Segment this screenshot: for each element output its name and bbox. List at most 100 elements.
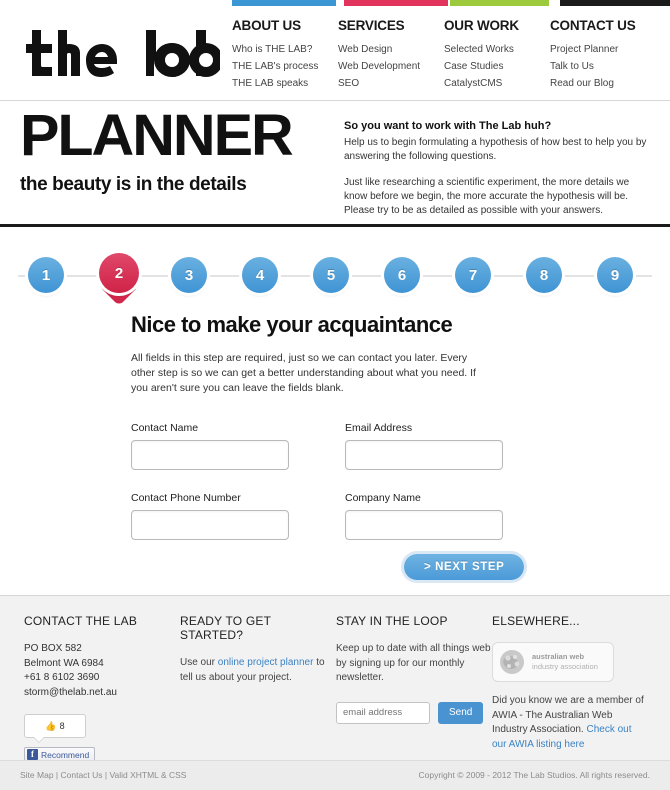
step-3-label: 3 (171, 257, 207, 293)
nav-heading-services[interactable]: SERVICES (338, 18, 444, 33)
field-company-name: Company Name (345, 492, 503, 540)
contact-name-input[interactable] (131, 440, 289, 470)
step-1-label: 1 (28, 257, 64, 293)
step-4[interactable]: 4 (242, 257, 278, 293)
planner-form-section: Nice to make your acquaintance All field… (0, 312, 670, 580)
nav-item: Selected Works (444, 43, 550, 56)
hero-section: PLANNER the beauty is in the details So … (0, 107, 670, 218)
footer-heading-get-started: READY TO GET STARTED? (180, 614, 271, 642)
footer-columns: CONTACT THE LAB PO BOX 582 Belmont WA 69… (24, 614, 648, 762)
awia-badge-line-1: australian web (532, 652, 585, 661)
newsletter-send-button[interactable]: Send (438, 701, 484, 724)
nav-list-about-us: Who is THE LAB? THE LAB's process THE LA… (232, 43, 338, 90)
nav-link-selected-works[interactable]: Selected Works (444, 43, 550, 56)
footer-elsewhere-text: Did you know we are a member of AWIA - T… (492, 694, 648, 752)
site-header: ABOUT US Who is THE LAB? THE LAB's proce… (0, 0, 670, 100)
footer-heading-contact: CONTACT THE LAB (24, 614, 138, 628)
form-row-1: Contact Name Email Address (131, 422, 551, 470)
site-footer: CONTACT THE LAB PO BOX 582 Belmont WA 69… (0, 595, 670, 762)
nav-item: Who is THE LAB? (232, 43, 338, 56)
step-8[interactable]: 8 (526, 257, 562, 293)
footer-newsletter-text: Keep up to date with all things web by s… (336, 643, 491, 683)
step-6-label: 6 (384, 257, 420, 293)
valid-xhtml-css-link[interactable]: Valid XHTML & CSS (109, 770, 186, 780)
footer-email[interactable]: storm@thelab.net.au (24, 686, 180, 701)
newsletter-form: Send (336, 701, 492, 724)
nav-link-talk-to-us[interactable]: Talk to Us (550, 60, 662, 73)
field-contact-phone: Contact Phone Number (131, 492, 289, 540)
nav-column-our-work: OUR WORK Selected Works Case Studies Cat… (444, 18, 550, 94)
label-contact-name: Contact Name (131, 422, 199, 434)
nav-item: THE LAB speaks (232, 77, 338, 90)
step-3[interactable]: 3 (171, 257, 207, 293)
copyright-text: Copyright © 2009 - 2012 The Lab Studios.… (418, 770, 651, 780)
facebook-like-count: 8 (59, 721, 65, 731)
nav-link-web-design[interactable]: Web Design (338, 43, 444, 56)
hero-divider (0, 224, 670, 227)
step-7[interactable]: 7 (455, 257, 491, 293)
facebook-recommend-label: Recommend (41, 749, 90, 760)
email-address-input[interactable] (345, 440, 503, 470)
nav-link-read-our-blog[interactable]: Read our Blog (550, 77, 662, 90)
step-4-label: 4 (242, 257, 278, 293)
step-5[interactable]: 5 (313, 257, 349, 293)
field-email-address: Email Address (345, 422, 503, 470)
footer-column-elsewhere: ELSEWHERE... australian web industry ass… (492, 614, 648, 762)
nav-list-contact-us: Project Planner Talk to Us Read our Blog (550, 43, 662, 90)
nav-item: Web Design (338, 43, 444, 56)
step-9[interactable]: 9 (597, 257, 633, 293)
nav-link-catalystcms[interactable]: CatalystCMS (444, 77, 550, 90)
nav-list-our-work: Selected Works Case Studies CatalystCMS (444, 43, 550, 90)
step-indicator: 1 2 3 4 5 6 7 8 9 (0, 240, 670, 312)
nav-item: Case Studies (444, 60, 550, 73)
awia-logo-icon (500, 650, 524, 674)
company-name-input[interactable] (345, 510, 503, 540)
next-step-button[interactable]: > NEXT STEP (404, 554, 525, 580)
step-6[interactable]: 6 (384, 257, 420, 293)
thelab-logo-icon (26, 30, 220, 77)
step-7-label: 7 (455, 257, 491, 293)
nav-link-the-labs-process[interactable]: THE LAB's process (232, 60, 338, 73)
nav-link-seo[interactable]: SEO (338, 77, 444, 90)
hero-left: PLANNER the beauty is in the details (20, 107, 330, 196)
nav-heading-about-us[interactable]: ABOUT US (232, 18, 338, 33)
facebook-like-count-bubble: 👍 8 (24, 714, 86, 743)
online-project-planner-link[interactable]: online project planner (218, 657, 314, 668)
contact-us-link[interactable]: Contact Us (60, 770, 102, 780)
nav-link-case-studies[interactable]: Case Studies (444, 60, 550, 73)
step-2-active[interactable]: 2 (99, 253, 139, 306)
nav-item: THE LAB's process (232, 60, 338, 73)
footer-column-contact: CONTACT THE LAB PO BOX 582 Belmont WA 69… (24, 614, 180, 762)
label-email-address: Email Address (345, 422, 413, 434)
facebook-icon: f (27, 749, 38, 760)
form-row-2: Contact Phone Number Company Name (131, 492, 551, 540)
awia-badge[interactable]: australian web industry association (492, 642, 614, 682)
facebook-like-widget: 👍 8 f Recommend (24, 714, 96, 762)
footer-get-started-text: Use our online project planner to tell u… (180, 656, 336, 685)
step-1[interactable]: 1 (28, 257, 64, 293)
page-title: PLANNER (20, 103, 294, 168)
nav-item: Web Development (338, 60, 444, 73)
site-logo[interactable] (20, 24, 220, 86)
nav-link-project-planner[interactable]: Project Planner (550, 43, 662, 56)
thumbs-up-icon: 👍 (45, 720, 57, 731)
field-contact-name: Contact Name (131, 422, 289, 470)
header-divider (0, 100, 670, 101)
get-started-text-before: Use our (180, 657, 218, 668)
nav-link-who-is-the-lab[interactable]: Who is THE LAB? (232, 43, 338, 56)
nav-heading-contact-us[interactable]: CONTACT US (550, 18, 662, 33)
footer-heading-elsewhere: ELSEWHERE... (492, 614, 580, 628)
hero-intro: So you want to work with The Lab huh? He… (344, 120, 650, 230)
nav-link-the-lab-speaks[interactable]: THE LAB speaks (232, 77, 338, 90)
awia-badge-text: australian web industry association (532, 652, 598, 672)
contact-phone-input[interactable] (131, 510, 289, 540)
site-map-link[interactable]: Site Map (20, 770, 54, 780)
footer-column-newsletter: STAY IN THE LOOP Keep up to date with al… (336, 614, 492, 762)
nav-item: Read our Blog (550, 77, 662, 90)
next-step-wrap: > NEXT STEP (404, 554, 525, 580)
newsletter-email-input[interactable] (336, 701, 430, 724)
nav-link-web-development[interactable]: Web Development (338, 60, 444, 73)
nav-item: Project Planner (550, 43, 662, 56)
hero-intro-paragraph-2: Just like researching a scientific exper… (344, 177, 630, 216)
nav-heading-our-work[interactable]: OUR WORK (444, 18, 550, 33)
